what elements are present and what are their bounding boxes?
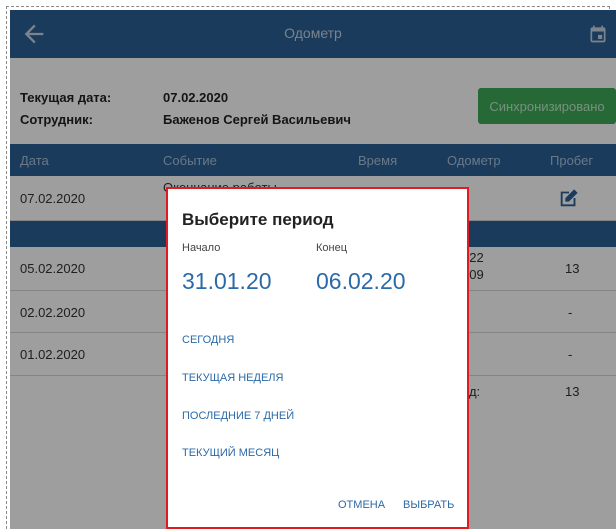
period-dialog: Выберите период Начало Конец 31.01.20 06… <box>166 187 469 529</box>
start-label: Начало <box>182 242 221 254</box>
preset-current-week[interactable]: ТЕКУЩАЯ НЕДЕЛЯ <box>182 372 283 384</box>
cancel-button[interactable]: ОТМЕНА <box>338 499 385 511</box>
preset-current-month[interactable]: ТЕКУЩИЙ МЕСЯЦ <box>182 447 279 459</box>
preset-last-7-days[interactable]: ПОСЛЕДНИЕ 7 ДНЕЙ <box>182 410 294 422</box>
end-label: Конец <box>316 242 348 254</box>
select-button[interactable]: ВЫБРАТЬ <box>403 499 454 511</box>
preset-today[interactable]: СЕГОДНЯ <box>182 334 234 346</box>
end-date[interactable]: 06.02.20 <box>316 268 406 295</box>
odometer-screen: Одометр Текущая дата: 07.02.2020 Сотрудн… <box>10 10 616 529</box>
dialog-title: Выберите период <box>182 210 334 229</box>
start-date[interactable]: 31.01.20 <box>182 268 272 295</box>
